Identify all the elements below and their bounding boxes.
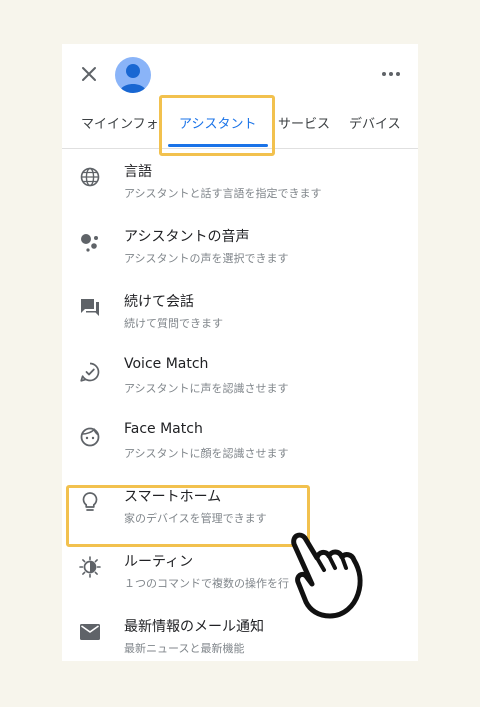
setting-title: 最新情報のメール通知 xyxy=(124,619,264,635)
setting-subtitle: アシスタントと話す言語を指定できます xyxy=(124,187,322,200)
setting-voice-match[interactable]: Voice Match アシスタントに声を認識させます xyxy=(62,344,418,408)
setting-subtitle: アシスタントに声を認識させます xyxy=(124,382,289,395)
setting-subtitle: アシスタントに顔を認識させます xyxy=(124,447,289,460)
setting-title: 言語 xyxy=(124,164,152,180)
lightbulb-icon xyxy=(78,490,102,514)
close-button[interactable] xyxy=(76,61,102,87)
setting-title: スマートホーム xyxy=(124,489,222,505)
person-icon xyxy=(119,64,147,93)
chat-icon xyxy=(78,295,102,319)
setting-title: Face Match xyxy=(124,421,203,437)
setting-assistant-voice[interactable]: アシスタントの音声 アシスタントの声を選択できます xyxy=(62,214,418,278)
active-tab-indicator xyxy=(168,144,268,147)
setting-subtitle: 最新ニュースと最新機能 xyxy=(124,642,245,655)
top-bar xyxy=(62,44,418,106)
account-avatar[interactable] xyxy=(115,57,151,93)
close-icon xyxy=(82,67,96,81)
globe-icon xyxy=(78,165,102,189)
voice-match-icon xyxy=(78,360,102,384)
pointing-hand-icon xyxy=(284,524,380,624)
mail-icon xyxy=(78,620,102,644)
tab-bar: マイインフォ アシスタント サービス デバイス xyxy=(62,106,418,149)
more-horiz-icon xyxy=(382,72,400,76)
setting-title: 続けて会話 xyxy=(124,294,194,310)
assistant-dots-icon xyxy=(78,230,102,254)
tab-services[interactable]: サービス xyxy=(278,106,330,148)
tab-devices[interactable]: デバイス xyxy=(349,106,401,148)
setting-title: ルーティン xyxy=(124,554,194,570)
face-icon xyxy=(78,425,102,449)
more-options-button[interactable] xyxy=(380,66,402,80)
setting-title: Voice Match xyxy=(124,356,209,372)
setting-subtitle: 続けて質問できます xyxy=(124,317,223,330)
setting-continued-conversation[interactable]: 続けて会話 続けて質問できます xyxy=(62,279,418,343)
routine-icon xyxy=(78,555,102,579)
setting-language[interactable]: 言語 アシスタントと話す言語を指定できます xyxy=(62,149,418,213)
setting-subtitle: アシスタントの声を選択できます xyxy=(124,252,289,265)
tab-my-info[interactable]: マイインフォ xyxy=(81,106,159,148)
tab-assistant[interactable]: アシスタント xyxy=(179,106,256,148)
setting-face-match[interactable]: Face Match アシスタントに顔を認識させます xyxy=(62,409,418,473)
setting-title: アシスタントの音声 xyxy=(124,229,250,245)
